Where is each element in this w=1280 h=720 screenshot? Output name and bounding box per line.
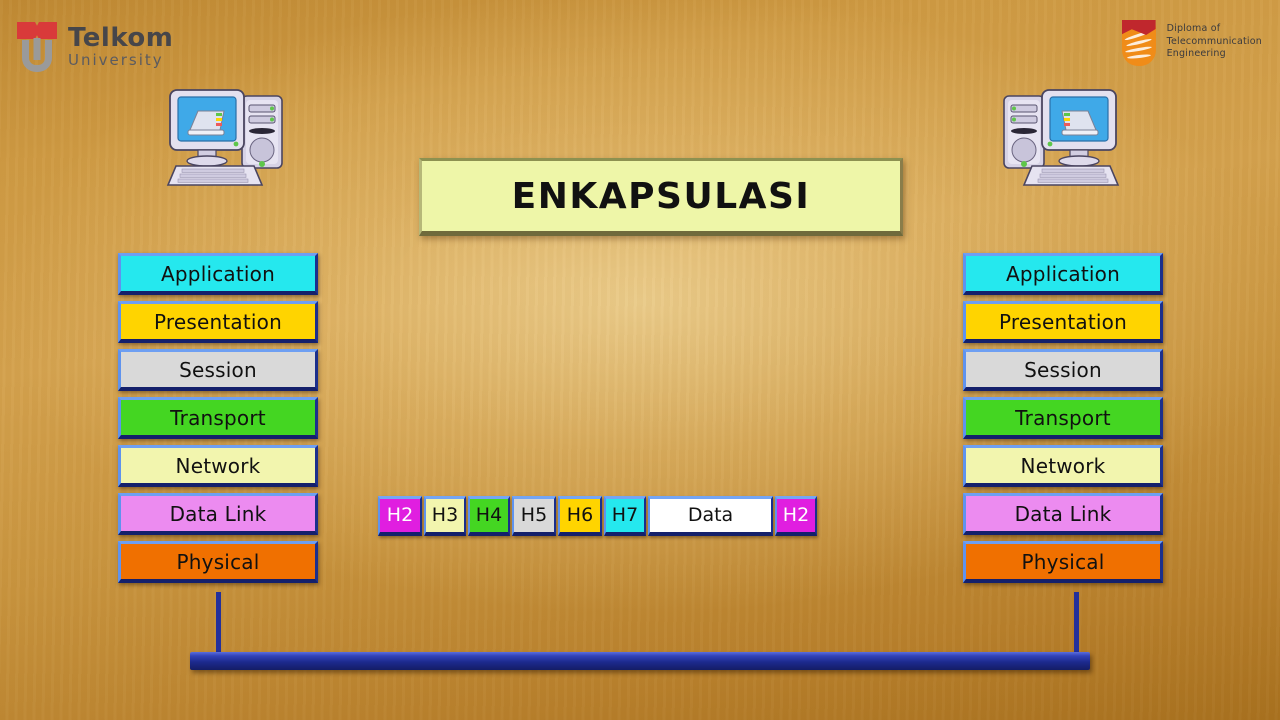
osi-layer-session-right[interactable]: Session — [963, 349, 1163, 391]
packet-field-label: H2 — [386, 504, 414, 526]
packet-field-label: Data — [687, 504, 734, 526]
computer-left — [158, 78, 298, 193]
osi-layer-label: Network — [1020, 453, 1106, 478]
telkom-name: Telkom — [68, 22, 174, 53]
page-title: ENKAPSULASI — [511, 175, 811, 217]
packet-field-h4-2[interactable]: H4 — [468, 496, 510, 536]
network-bus — [190, 652, 1090, 670]
osi-layer-physical-left[interactable]: Physical — [118, 541, 318, 583]
osi-layer-transport-right[interactable]: Transport — [963, 397, 1163, 439]
osi-layer-application-left[interactable]: Application — [118, 253, 318, 295]
telkom-university-logo: Telkom University — [14, 20, 173, 72]
osi-layer-label: Data Link — [169, 501, 267, 526]
packet-field-h5-3[interactable]: H5 — [512, 496, 556, 536]
packet-field-h7-5[interactable]: H7 — [604, 496, 646, 536]
osi-layer-application-right[interactable]: Application — [963, 253, 1163, 295]
packet-field-label: H6 — [566, 504, 594, 526]
packet-field-h3-1[interactable]: H3 — [424, 496, 466, 536]
diploma-line3: Engineering — [1166, 48, 1226, 60]
packet-field-label: H3 — [431, 504, 459, 526]
osi-layer-label: Data Link — [1014, 501, 1112, 526]
packet-field-label: H7 — [611, 504, 639, 526]
telkom-wordmark: Telkom University — [68, 25, 173, 68]
telkom-subname: University — [68, 50, 164, 69]
osi-layer-transport-left[interactable]: Transport — [118, 397, 318, 439]
telkom-u-shape-icon — [22, 40, 52, 72]
osi-layer-label: Network — [175, 453, 261, 478]
osi-stack-right: Application Presentation Session Transport N… — [963, 253, 1163, 589]
osi-layer-label: Session — [179, 357, 257, 382]
diploma-line1: Diploma of — [1166, 22, 1221, 34]
osi-layer-label: Transport — [1015, 405, 1111, 430]
diploma-telecom-logo: Diploma of Telecommunication Engineering — [1118, 16, 1262, 68]
diploma-shield-logo-icon — [1118, 16, 1160, 68]
osi-layer-label: Physical — [1021, 549, 1105, 574]
slide-title-box: ENKAPSULASI — [419, 158, 903, 236]
osi-layer-network-right[interactable]: Network — [963, 445, 1163, 487]
osi-layer-presentation-right[interactable]: Presentation — [963, 301, 1163, 343]
telkom-u-logo-icon — [14, 20, 60, 72]
osi-layer-network-left[interactable]: Network — [118, 445, 318, 487]
slide-canvas: Telkom University Diploma of Telecommuni… — [0, 0, 1280, 720]
osi-layer-label: Application — [1006, 261, 1120, 286]
osi-layer-label: Application — [161, 261, 275, 286]
packet-field-label: H5 — [520, 504, 548, 526]
link-line-left — [216, 592, 221, 654]
osi-stack-left: Application Presentation Session Transport N… — [118, 253, 318, 589]
computer-right — [988, 78, 1128, 193]
osi-layer-label: Presentation — [153, 309, 282, 334]
packet-field-h2-0[interactable]: H2 — [378, 496, 422, 536]
osi-layer-label: Physical — [176, 549, 260, 574]
telkom-book-shape-icon — [17, 22, 57, 39]
desktop-computer-icon — [1003, 89, 1120, 186]
packet-field-h2-7[interactable]: H2 — [775, 496, 817, 536]
packet-field-h6-4[interactable]: H6 — [558, 496, 602, 536]
osi-layer-presentation-left[interactable]: Presentation — [118, 301, 318, 343]
link-line-right — [1074, 592, 1079, 654]
osi-layer-label: Transport — [170, 405, 266, 430]
diploma-line2: Telecommunication — [1166, 35, 1262, 47]
osi-layer-label: Session — [1024, 357, 1102, 382]
osi-layer-data-link-right[interactable]: Data Link — [963, 493, 1163, 535]
encapsulated-packet: H2 H3 H4 H5 H6 H7 Data H2 — [378, 496, 819, 536]
packet-field-label: H2 — [782, 504, 810, 526]
packet-field-label: H4 — [475, 504, 503, 526]
desktop-computer-icon — [166, 89, 283, 186]
packet-field-data-6[interactable]: Data — [648, 496, 773, 536]
osi-layer-data-link-left[interactable]: Data Link — [118, 493, 318, 535]
osi-layer-session-left[interactable]: Session — [118, 349, 318, 391]
osi-layer-physical-right[interactable]: Physical — [963, 541, 1163, 583]
osi-layer-label: Presentation — [998, 309, 1127, 334]
diploma-wordmark: Diploma of Telecommunication Engineering — [1167, 23, 1262, 61]
